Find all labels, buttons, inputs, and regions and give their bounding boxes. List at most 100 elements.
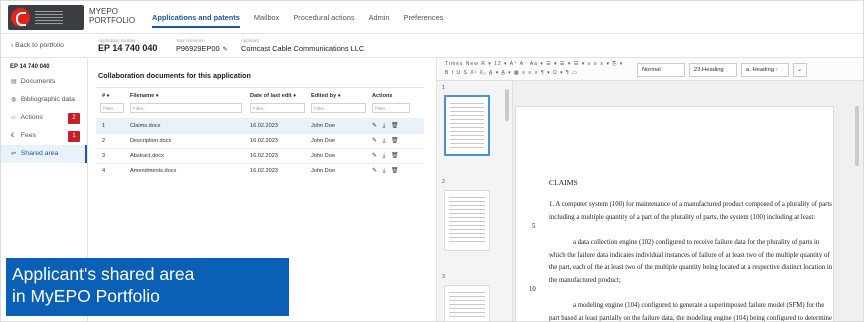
app-window: MYEPO PORTFOLIO Applications and patents…	[0, 0, 864, 322]
claim-paragraph[interactable]: 1. A computer system (100) for maintenan…	[549, 199, 833, 224]
logo-text-lines	[35, 11, 63, 24]
styles-more-dropdown[interactable]: ⌄	[793, 63, 807, 77]
document-scrollbar[interactable]	[855, 106, 859, 166]
column-header-actions: Actions	[372, 93, 393, 99]
epo-logo[interactable]	[8, 5, 84, 30]
nav-admin[interactable]: Admin	[369, 13, 390, 22]
back-to-portfolio-link[interactable]: ‹ Back to portfolio	[11, 42, 64, 49]
row-edited-by: John Doe	[311, 123, 335, 129]
bibliographic-icon: ◍	[11, 97, 17, 103]
row-actions-icons[interactable]: ✎ ⤓ 🗑	[372, 164, 401, 178]
filter-number-input[interactable]: Filter...	[100, 103, 124, 113]
row-filename[interactable]: Description.docx	[130, 134, 171, 148]
brand-line-2: PORTFOLIO	[89, 16, 136, 25]
row-number: 2	[102, 138, 106, 144]
fees-icon: €	[11, 133, 15, 139]
claim-paragraph[interactable]: a data collection engine (102) configure…	[549, 237, 833, 287]
caption-line-2: in MyEPO Portfolio	[12, 286, 160, 306]
row-actions-icons[interactable]: ✎ ⤓ 🗑	[372, 149, 401, 163]
row-actions-icons[interactable]: ✎ ⤓ 🗑	[372, 119, 401, 133]
font-select[interactable]: Times New R ▾ 12 ▾	[445, 61, 508, 67]
format-buttons-row-1[interactable]: A⁺ A⁻ Aa ▾ ☰ ▾ ☰ ▾ ☰ ▾ ≡ ≡ ≡ ▾ ⎘ ▾	[510, 61, 624, 67]
row-filename[interactable]: Amendments.docx	[130, 164, 176, 178]
toolbar-row-2[interactable]: B I U S X² X₂ A̲ ▾ A̲ ▾ ▦ ≡ ≡ ≡ ¶ ▾ Ω ▾ …	[445, 70, 578, 76]
documents-table: # ♦ Filename ♦ Date of last edit ♦ Edite…	[96, 87, 424, 174]
table-row[interactable]: 1 Claims.docx 16.02.2023 John Doe ✎ ⤓ 🗑	[96, 118, 424, 133]
filter-filename-input[interactable]: Filter...	[130, 103, 242, 113]
your-reference-value: P96929EP00	[176, 44, 220, 53]
page-thumbnail-1[interactable]	[444, 95, 490, 156]
sidebar-item-label: Documents	[20, 78, 56, 85]
page-number: 1	[442, 85, 445, 91]
chevron-down-icon: ⌄	[797, 67, 802, 73]
application-number: EP 14 740 040	[98, 43, 158, 53]
brand-line-1: MYEPO	[89, 7, 118, 16]
sidebar-item-fees[interactable]: € Fees 1	[1, 127, 87, 145]
page-thumbnail-2[interactable]	[444, 190, 490, 251]
style-heading-23[interactable]: 23.Heading	[689, 63, 737, 77]
nav-applications-and-patents[interactable]: Applications and patents	[152, 13, 240, 28]
column-header-edited-by[interactable]: Edited by ♦	[311, 93, 341, 99]
row-edited-by: John Doe	[311, 168, 335, 174]
caption-line-1: Applicant's shared area	[12, 264, 195, 284]
page-number: 3	[442, 274, 445, 280]
column-header-date[interactable]: Date of last edit ♦	[250, 93, 296, 99]
sidebar-title: EP 14 740 040	[10, 64, 50, 70]
brand-name: MYEPO PORTFOLIO	[89, 7, 135, 25]
documents-icon: ▤	[11, 79, 17, 85]
sidebar-item-shared-area[interactable]: ⇌ Shared area	[1, 145, 87, 163]
nav-preferences[interactable]: Preferences	[404, 13, 444, 22]
thumbnails-scrollbar[interactable]	[505, 89, 509, 121]
fees-count-badge: 1	[68, 131, 80, 142]
document-page[interactable]: CLAIMS 1. A computer system (100) for ma…	[515, 106, 834, 321]
column-header-filename[interactable]: Filename ♦	[130, 93, 159, 99]
filter-edited-by-input[interactable]: Filter...	[311, 103, 366, 113]
sidebar-item-documents[interactable]: ▤ Documents	[1, 73, 87, 91]
applicant-field: Applicant Comcast Cable Communications L…	[241, 38, 364, 53]
page-thumbnail-3[interactable]	[444, 285, 490, 321]
caption-overlay: Applicant's shared area in MyEPO Portfol…	[6, 258, 289, 316]
thumbnail-text-lines	[449, 197, 485, 244]
row-filename[interactable]: Claims.docx	[130, 119, 160, 133]
editor-toolbar: Times New R ▾ 12 ▾ A⁺ A⁻ Aa ▾ ☰ ▾ ☰ ▾ ☰ …	[437, 58, 863, 81]
sidebar-item-bibliographic-data[interactable]: ◍ Bibliographic data	[1, 91, 87, 109]
row-date: 16.02.2023	[250, 153, 278, 159]
sidebar-item-label: Bibliographic data	[20, 96, 75, 103]
page-heading: CLAIMS	[549, 178, 578, 187]
style-heading-a[interactable]: a. Heading :	[741, 63, 789, 77]
row-filename[interactable]: Abstract.docx	[130, 149, 164, 163]
row-edited-by: John Doe	[311, 153, 335, 159]
claim-paragraph[interactable]: a modeling engine (104) configured to ge…	[549, 300, 833, 321]
row-actions-icons[interactable]: ✎ ⤓ 🗑	[372, 134, 401, 148]
filter-actions-input[interactable]: Filter...	[372, 103, 410, 113]
toolbar-row-1[interactable]: Times New R ▾ 12 ▾ A⁺ A⁻ Aa ▾ ☰ ▾ ☰ ▾ ☰ …	[445, 61, 623, 67]
application-header: ‹ Back to portfolio Application number E…	[1, 34, 863, 58]
table-row[interactable]: 2 Description.docx 16.02.2023 John Doe ✎…	[96, 133, 424, 148]
filter-date-input[interactable]: Filter...	[250, 103, 305, 113]
nav-mailbox[interactable]: Mailbox	[254, 13, 279, 22]
sidebar-item-label: Fees	[20, 132, 37, 139]
edit-reference-icon[interactable]: ✎	[223, 47, 228, 53]
actions-icon: ▱	[11, 115, 16, 121]
main-nav: Applications and patents Mailbox Procedu…	[152, 13, 444, 28]
table-row[interactable]: 3 Abstract.docx 16.02.2023 John Doe ✎ ⤓ …	[96, 148, 424, 163]
line-number: 10	[529, 286, 536, 293]
thumbnail-text-lines	[449, 292, 485, 318]
epo-logo-icon	[11, 8, 30, 27]
top-bar: MYEPO PORTFOLIO Applications and patents…	[1, 1, 863, 34]
sidebar-item-label: Actions	[20, 114, 43, 121]
row-edited-by: John Doe	[311, 138, 335, 144]
shared-area-icon: ⇌	[11, 151, 17, 157]
panel-title: Collaboration documents for this applica…	[98, 71, 251, 80]
style-normal[interactable]: Normal	[637, 63, 685, 77]
row-date: 16.02.2023	[250, 138, 278, 144]
nav-procedural-actions[interactable]: Procedural actions	[293, 13, 354, 22]
table-row[interactable]: 4 Amendments.docx 16.02.2023 John Doe ✎ …	[96, 163, 424, 178]
line-number: 5	[532, 223, 536, 230]
column-header-number[interactable]: # ♦	[102, 93, 110, 99]
row-date: 16.02.2023	[250, 123, 278, 129]
row-number: 4	[102, 168, 106, 174]
sidebar-item-actions[interactable]: ▱ Actions 2	[1, 109, 87, 127]
document-editor: Times New R ▾ 12 ▾ A⁺ A⁻ Aa ▾ ☰ ▾ ☰ ▾ ☰ …	[436, 58, 863, 321]
row-number: 1	[102, 123, 106, 129]
